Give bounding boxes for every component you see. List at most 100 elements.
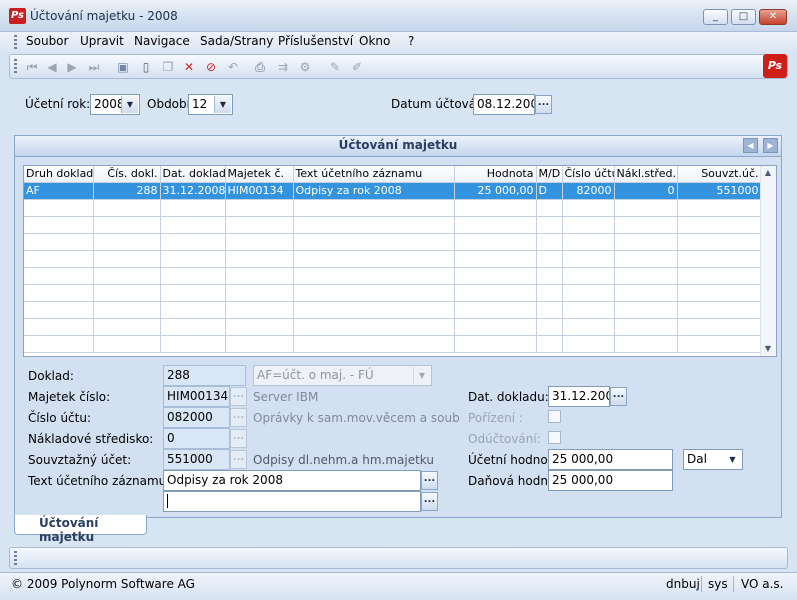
records-grid[interactable]: Druh dokladu Čís. dokl. Dat. dokladu Maj… (23, 165, 777, 357)
danova-field[interactable]: 25 000,00 (548, 470, 673, 491)
porizeni-checkbox[interactable] (548, 410, 561, 423)
edit-icon[interactable]: ✎ (327, 59, 343, 75)
print-icon[interactable]: ⎙ (252, 59, 268, 75)
menu-grip-icon[interactable] (14, 35, 17, 49)
chevron-down-icon[interactable]: ▼ (724, 451, 741, 468)
scroll-down-icon[interactable]: ▼ (760, 342, 776, 356)
text-lookup-button[interactable]: ... (421, 471, 438, 490)
table-row-empty[interactable] (24, 233, 762, 251)
col-header-md[interactable]: M/D (536, 166, 563, 183)
ucetni-hodnota-field[interactable]: 25 000,00 (548, 449, 673, 470)
chevron-down-icon[interactable]: ▼ (121, 96, 138, 113)
doklad-type-value: AF=účt. o maj. - FÚ (257, 368, 374, 382)
tab-uctovani-majetku[interactable]: Účtování majetku (14, 515, 147, 544)
col-header-souvzt[interactable]: Souvzt.úč. (677, 166, 762, 183)
next-record-icon[interactable]: ▶ (64, 59, 80, 75)
side-select[interactable]: Dal ▼ (683, 449, 743, 470)
col-header-cis-dokl[interactable]: Čís. dokl. (93, 166, 161, 183)
dat-dokladu-label: Dat. dokladu: (468, 390, 549, 404)
period-value: 12 (192, 97, 208, 111)
menu-upravit[interactable]: Upravit (80, 34, 124, 48)
majetek-field[interactable]: HIM00134 (163, 386, 230, 407)
clear-edit-icon[interactable]: ✐ (349, 59, 365, 75)
cell-cislo-uctu: 82000 (562, 182, 615, 200)
ucet-field[interactable]: 082000 (163, 407, 230, 428)
table-row-empty[interactable] (24, 284, 762, 302)
table-row-empty[interactable] (24, 267, 762, 285)
close-button[interactable]: ✕ (759, 9, 787, 25)
table-row[interactable]: AF 288 31.12.2008 HIM00134 Odpisy za rok… (24, 182, 762, 200)
bottom-toolbar (9, 547, 788, 569)
col-header-nakl-stred[interactable]: Nákl.střed. (614, 166, 678, 183)
dat-dokladu-picker-button[interactable]: ... (610, 387, 627, 406)
maximize-button[interactable]: □ (731, 9, 756, 25)
menu-help[interactable]: ? (408, 34, 414, 48)
copy-icon[interactable]: ❐ (160, 59, 176, 75)
col-header-druh[interactable]: Druh dokladu (24, 166, 94, 183)
col-header-text[interactable]: Text účetního záznamu (293, 166, 455, 183)
chevron-down-icon[interactable]: ▼ (214, 96, 231, 113)
menu-okno[interactable]: Okno (359, 34, 390, 48)
period-select[interactable]: 12 ▼ (188, 94, 233, 115)
side-value: Dal (687, 452, 707, 466)
table-row-empty[interactable] (24, 318, 762, 336)
cancel-icon[interactable]: ⊘ (203, 59, 219, 75)
souvztazny-label: Souvztažný účet: (28, 453, 132, 467)
doklad-field[interactable]: 288 (163, 365, 246, 386)
new-document-icon[interactable]: ▯ (138, 59, 154, 75)
ucet-lookup-button[interactable]: ... (230, 408, 247, 427)
text-field-2[interactable] (163, 491, 421, 512)
ucet-label: Číslo účtu: (28, 411, 92, 425)
text-label: Text účetního záznamu: (28, 474, 171, 488)
undo-icon[interactable]: ↶ (225, 59, 241, 75)
settings-icon[interactable]: ⚙ (297, 59, 313, 75)
date-field[interactable]: 08.12.2009 (473, 94, 535, 115)
table-row-empty[interactable] (24, 301, 762, 319)
doklad-type-select[interactable]: AF=účt. o maj. - FÚ ▼ (253, 365, 432, 386)
menu-navigace[interactable]: Navigace (134, 34, 190, 48)
delete-icon[interactable]: ✕ (181, 59, 197, 75)
majetek-lookup-button[interactable]: ... (230, 387, 247, 406)
stredisko-field[interactable]: 0 (163, 428, 230, 449)
text-lookup-button-2[interactable]: ... (421, 492, 438, 511)
table-row-empty[interactable] (24, 335, 762, 353)
col-header-majetek[interactable]: Majetek č. (225, 166, 294, 183)
text-field[interactable]: Odpisy za rok 2008 (163, 470, 421, 491)
year-label: Účetní rok: (25, 97, 91, 111)
stredisko-lookup-button[interactable]: ... (230, 429, 247, 448)
table-row-empty[interactable] (24, 250, 762, 268)
table-row-empty[interactable] (24, 216, 762, 234)
col-header-cislo-uctu[interactable]: Číslo účtu (562, 166, 615, 183)
oductovani-checkbox[interactable] (548, 431, 561, 444)
scroll-up-icon[interactable]: ▲ (760, 166, 776, 180)
first-record-icon[interactable]: ⏮ (24, 59, 40, 75)
text-cursor (167, 494, 168, 508)
menu-sada-strany[interactable]: Sada/Strany (200, 34, 273, 48)
prev-record-icon[interactable]: ◀ (44, 59, 60, 75)
toolbar-grip-icon[interactable] (14, 59, 17, 74)
panel-prev-icon[interactable]: ◀ (743, 138, 758, 153)
col-header-dat-dokladu[interactable]: Dat. dokladu (160, 166, 226, 183)
table-row-empty[interactable] (24, 199, 762, 217)
panel-next-icon[interactable]: ▶ (763, 138, 778, 153)
save-icon[interactable]: ▣ (115, 59, 131, 75)
dat-dokladu-field[interactable]: 31.12.2008 (548, 386, 610, 407)
company-logo-icon: Ps (763, 54, 787, 78)
cell-druh: AF (24, 182, 94, 200)
year-select[interactable]: 2008 ▼ (90, 94, 140, 115)
col-header-hodnota[interactable]: Hodnota (454, 166, 537, 183)
last-record-icon[interactable]: ⏭ (86, 59, 102, 75)
danova-label: Daňová hodn.: (468, 474, 556, 488)
menu-prislusenstvi[interactable]: Příslušenství (278, 34, 353, 48)
menu-soubor[interactable]: Soubor (26, 34, 68, 48)
bottom-grip-icon[interactable] (14, 551, 17, 565)
souvztazny-field[interactable]: 551000 (163, 449, 230, 470)
minimize-button[interactable]: _ (703, 9, 728, 25)
date-picker-button[interactable]: ... (535, 95, 552, 114)
grid-scrollbar[interactable] (760, 166, 776, 356)
souvztazny-lookup-button[interactable]: ... (230, 450, 247, 469)
majetek-desc: Server IBM (253, 390, 319, 404)
export-icon[interactable]: ⇉ (275, 59, 291, 75)
status-role: sys (708, 577, 728, 591)
chevron-down-icon[interactable]: ▼ (413, 367, 430, 384)
